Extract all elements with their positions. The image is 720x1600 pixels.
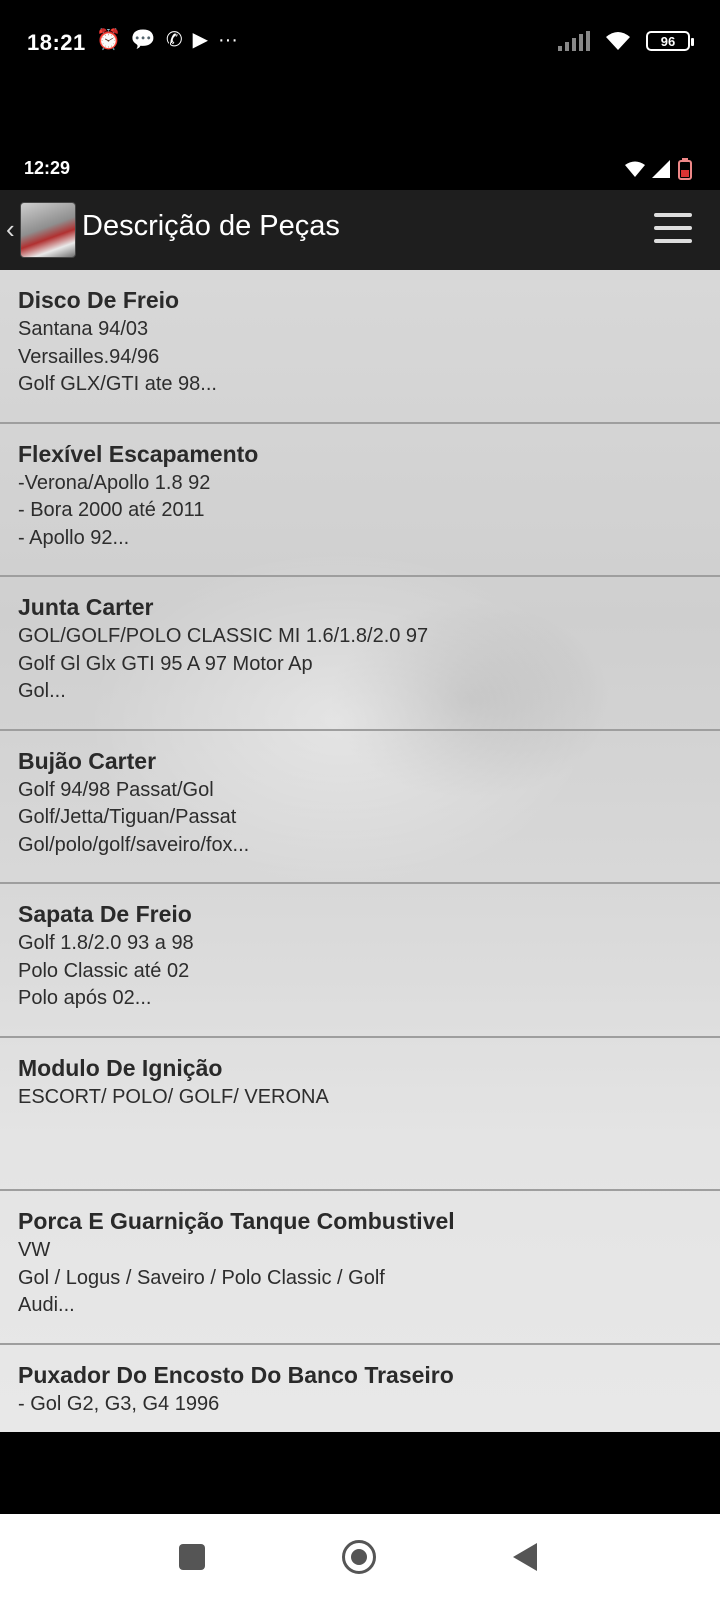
more-notifications-icon: ··· bbox=[217, 29, 238, 51]
wifi-icon bbox=[606, 32, 630, 50]
system-icons: 96 bbox=[558, 30, 694, 52]
alarm-icon: ⏰ bbox=[96, 29, 121, 51]
status-time: 18:21 bbox=[27, 30, 86, 55]
inner-battery-icon bbox=[678, 158, 692, 180]
list-item[interactable]: Junta Carter GOL/GOLF/POLO CLASSIC MI 1.… bbox=[0, 577, 720, 731]
hamburger-menu-icon[interactable] bbox=[654, 213, 692, 243]
chat-icon: 💬 bbox=[130, 29, 156, 51]
back-chevron-icon[interactable]: ‹ bbox=[6, 214, 15, 245]
item-title: Puxador Do Encosto Do Banco Traseiro bbox=[18, 1361, 454, 1388]
item-title: Junta Carter bbox=[18, 594, 154, 620]
navigation-bar bbox=[0, 1514, 720, 1600]
item-description: ESCORT/ POLO/ GOLF/ VERONA bbox=[18, 1085, 329, 1108]
list-item[interactable]: Disco De Freio Santana 94/03 Versailles.… bbox=[0, 270, 720, 424]
list-item[interactable]: Sapata De Freio Golf 1.8/2.0 93 a 98 Pol… bbox=[0, 884, 720, 1038]
app-bar: ‹ Descrição de Peças bbox=[0, 190, 720, 270]
list-item[interactable]: Porca E Guarnição Tanque Combustivel VW … bbox=[0, 1191, 720, 1345]
parts-list: Disco De Freio Santana 94/03 Versailles.… bbox=[0, 270, 720, 1432]
frame-gap bbox=[0, 90, 720, 152]
outer-status-bar: 18:21 ⏰ 💬 ✆ ▶ ··· 96 bbox=[0, 0, 720, 90]
item-description: GOL/GOLF/POLO CLASSIC MI 1.6/1.8/2.0 97 … bbox=[18, 625, 429, 702]
youtube-icon: ▶ bbox=[192, 29, 208, 51]
inner-signal-icon bbox=[652, 160, 670, 178]
list-item[interactable]: Bujão Carter Golf 94/98 Passat/Gol Golf/… bbox=[0, 731, 720, 884]
item-title: Modulo De Ignição bbox=[18, 1054, 223, 1081]
list-item[interactable]: Puxador Do Encosto Do Banco Traseiro - G… bbox=[0, 1345, 720, 1433]
item-description: Santana 94/03 Versailles.94/96 Golf GLX/… bbox=[18, 318, 217, 395]
page-title: Descrição de Peças bbox=[82, 210, 340, 242]
item-title: Bujão Carter bbox=[18, 747, 157, 774]
recents-icon[interactable] bbox=[179, 1544, 205, 1570]
item-description: Golf 94/98 Passat/Gol Golf/Jetta/Tiguan/… bbox=[18, 778, 250, 856]
signal-icon bbox=[558, 31, 590, 51]
inner-status-time: 12:29 bbox=[24, 158, 71, 178]
back-icon[interactable] bbox=[513, 1543, 537, 1571]
screen-border bbox=[0, 1432, 720, 1514]
app-logo[interactable] bbox=[20, 202, 76, 258]
inner-system-icons bbox=[624, 158, 692, 180]
item-title: Flexível Escapamento bbox=[18, 440, 259, 467]
item-description: - Gol G2, G3, G4 1996 bbox=[18, 1392, 220, 1415]
home-icon[interactable] bbox=[342, 1540, 376, 1574]
inner-status-bar: 12:29 bbox=[0, 152, 720, 190]
inner-wifi-icon bbox=[625, 161, 645, 177]
item-description: Golf 1.8/2.0 93 a 98 Polo Classic até 02… bbox=[18, 932, 194, 1009]
item-description: -Verona/Apollo 1.8 92 - Bora 2000 até 20… bbox=[18, 471, 211, 549]
item-title: Sapata De Freio bbox=[18, 901, 192, 927]
battery-icon: 96 bbox=[646, 31, 694, 51]
list-item[interactable]: Modulo De Ignição ESCORT/ POLO/ GOLF/ VE… bbox=[0, 1038, 720, 1191]
list-item[interactable]: Flexível Escapamento -Verona/Apollo 1.8 … bbox=[0, 424, 720, 577]
item-title: Disco De Freio bbox=[18, 287, 180, 313]
notification-icons: ⏰ 💬 ✆ ▶ ··· bbox=[96, 28, 238, 52]
item-title: Porca E Guarnição Tanque Combustivel bbox=[18, 1208, 455, 1234]
item-description: VW Gol / Logus / Saveiro / Polo Classic … bbox=[18, 1239, 385, 1316]
whatsapp-icon: ✆ bbox=[165, 29, 183, 51]
